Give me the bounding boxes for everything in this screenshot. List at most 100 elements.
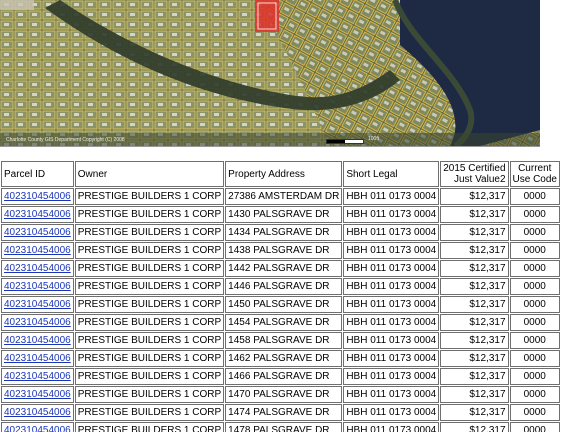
column-header-owner: Owner <box>74 161 225 187</box>
cell-property-address: 1466 PALSGRAVE DR <box>225 368 343 385</box>
parcel-map-image: Charlotte County GIS Department Copyrigh… <box>0 0 540 147</box>
cell-short-legal: HBH 011 0173 0004 <box>343 278 440 295</box>
cell-owner: PRESTIGE BUILDERS 1 CORP <box>74 332 225 349</box>
map-copyright-caption: Charlotte County GIS Department Copyrigh… <box>6 137 125 143</box>
cell-parcel-id: 402310454006 <box>1 386 74 403</box>
cell-use-code: 0000 <box>509 368 560 385</box>
table-row: 402310454006 PRESTIGE BUILDERS 1 CORP 1458… <box>1 332 560 349</box>
cell-short-legal: HBH 011 0173 0004 <box>343 224 440 241</box>
cell-property-address: 27386 AMSTERDAM DR <box>225 188 343 205</box>
cell-short-legal: HBH 011 0173 0004 <box>343 350 440 367</box>
cell-parcel-id: 402310454006 <box>1 224 74 241</box>
cell-parcel-id: 402310454006 <box>1 278 74 295</box>
table-row: 402310454006 PRESTIGE BUILDERS 1 CORP 1442… <box>1 260 560 277</box>
cell-owner: PRESTIGE BUILDERS 1 CORP <box>74 260 225 277</box>
column-header-property-address: Property Address <box>225 161 343 187</box>
cell-property-address: 1434 PALSGRAVE DR <box>225 224 343 241</box>
cell-just-value: $12,317 <box>440 206 509 223</box>
cell-owner: PRESTIGE BUILDERS 1 CORP <box>74 350 225 367</box>
column-header-short-legal: Short Legal <box>343 161 440 187</box>
cell-parcel-id: 402310454006 <box>1 206 74 223</box>
parcel-results-table: Parcel ID Owner Property Address Short Lega… <box>0 160 561 432</box>
column-header-parcel-id: Parcel ID <box>1 161 74 187</box>
table-row: 402310454006 PRESTIGE BUILDERS 1 CORP 1430… <box>1 206 560 223</box>
parcel-id-link[interactable]: 402310454006 <box>4 245 71 256</box>
table-row: 402310454006 PRESTIGE BUILDERS 1 CORP 1470… <box>1 386 560 403</box>
table-row: 402310454006 PRESTIGE BUILDERS 1 CORP 1462… <box>1 350 560 367</box>
cell-use-code: 0000 <box>509 404 560 421</box>
cell-parcel-id: 402310454006 <box>1 368 74 385</box>
cell-short-legal: HBH 011 0173 0004 <box>343 206 440 223</box>
cell-just-value: $12,317 <box>440 404 509 421</box>
cell-short-legal: HBH 011 0173 0004 <box>343 188 440 205</box>
cell-owner: PRESTIGE BUILDERS 1 CORP <box>74 242 225 259</box>
column-header-line: 2015 Certified <box>443 163 506 174</box>
cell-just-value: $12,317 <box>440 332 509 349</box>
cell-property-address: 1454 PALSGRAVE DR <box>225 314 343 331</box>
cell-just-value: $12,317 <box>440 242 509 259</box>
cell-owner: PRESTIGE BUILDERS 1 CORP <box>74 206 225 223</box>
cell-just-value: $12,317 <box>440 422 509 432</box>
cell-owner: PRESTIGE BUILDERS 1 CORP <box>74 224 225 241</box>
cell-short-legal: HBH 011 0173 0004 <box>343 314 440 331</box>
cell-parcel-id: 402310454006 <box>1 296 74 313</box>
table-row: 402310454006 PRESTIGE BUILDERS 1 CORP 1438… <box>1 242 560 259</box>
cell-use-code: 0000 <box>509 314 560 331</box>
cell-property-address: 1458 PALSGRAVE DR <box>225 332 343 349</box>
cell-property-address: 1478 PALSGRAVE DR <box>225 422 343 432</box>
table-row: 402310454006 PRESTIGE BUILDERS 1 CORP 1474… <box>1 404 560 421</box>
cell-just-value: $12,317 <box>440 224 509 241</box>
cell-just-value: $12,317 <box>440 368 509 385</box>
cell-just-value: $12,317 <box>440 188 509 205</box>
cell-short-legal: HBH 011 0173 0004 <box>343 368 440 385</box>
column-header-line: Just Value2 <box>454 174 506 185</box>
cell-owner: PRESTIGE BUILDERS 1 CORP <box>74 314 225 331</box>
parcel-id-link[interactable]: 402310454006 <box>4 191 71 202</box>
parcel-id-link[interactable]: 402310454006 <box>4 317 71 328</box>
cell-parcel-id: 402310454006 <box>1 422 74 432</box>
parcel-id-link[interactable]: 402310454006 <box>4 299 71 310</box>
table-row: 402310454006 PRESTIGE BUILDERS 1 CORP 1446… <box>1 278 560 295</box>
cell-use-code: 0000 <box>509 188 560 205</box>
cell-parcel-id: 402310454006 <box>1 260 74 277</box>
cell-use-code: 0000 <box>509 422 560 432</box>
parcel-id-link[interactable]: 402310454006 <box>4 425 71 432</box>
parcel-id-link[interactable]: 402310454006 <box>4 209 71 220</box>
cell-property-address: 1450 PALSGRAVE DR <box>225 296 343 313</box>
cell-short-legal: HBH 011 0173 0004 <box>343 404 440 421</box>
parcel-id-link[interactable]: 402310454006 <box>4 227 71 238</box>
cell-just-value: $12,317 <box>440 278 509 295</box>
cell-owner: PRESTIGE BUILDERS 1 CORP <box>74 296 225 313</box>
cell-owner: PRESTIGE BUILDERS 1 CORP <box>74 404 225 421</box>
cell-use-code: 0000 <box>509 206 560 223</box>
column-header-just-value: 2015 Certified Just Value2 <box>440 161 509 187</box>
table-row: 402310454006 PRESTIGE BUILDERS 1 CORP 1478… <box>1 422 560 432</box>
table-body: 402310454006 PRESTIGE BUILDERS 1 CORP 2738… <box>1 188 560 432</box>
table-row: 402310454006 PRESTIGE BUILDERS 1 CORP 2738… <box>1 188 560 205</box>
cell-short-legal: HBH 011 0173 0004 <box>343 386 440 403</box>
cell-short-legal: HBH 011 0173 0004 <box>343 422 440 432</box>
cell-use-code: 0000 <box>509 224 560 241</box>
parcel-id-link[interactable]: 402310454006 <box>4 263 71 274</box>
cell-parcel-id: 402310454006 <box>1 332 74 349</box>
cell-use-code: 0000 <box>509 350 560 367</box>
cell-parcel-id: 402310454006 <box>1 242 74 259</box>
parcel-id-link[interactable]: 402310454006 <box>4 407 71 418</box>
cell-use-code: 0000 <box>509 278 560 295</box>
cell-parcel-id: 402310454006 <box>1 350 74 367</box>
parcel-id-link[interactable]: 402310454006 <box>4 389 71 400</box>
parcel-id-link[interactable]: 402310454006 <box>4 353 71 364</box>
cell-use-code: 0000 <box>509 332 560 349</box>
parcel-id-link[interactable]: 402310454006 <box>4 281 71 292</box>
parcel-id-link[interactable]: 402310454006 <box>4 335 71 346</box>
parcel-id-link[interactable]: 402310454006 <box>4 371 71 382</box>
cell-short-legal: HBH 011 0173 0004 <box>343 260 440 277</box>
column-header-line: Parcel ID <box>4 168 46 180</box>
cell-property-address: 1430 PALSGRAVE DR <box>225 206 343 223</box>
cell-owner: PRESTIGE BUILDERS 1 CORP <box>74 422 225 432</box>
cell-use-code: 0000 <box>509 386 560 403</box>
cell-parcel-id: 402310454006 <box>1 404 74 421</box>
cell-just-value: $12,317 <box>440 314 509 331</box>
cell-use-code: 0000 <box>509 296 560 313</box>
table-row: 402310454006 PRESTIGE BUILDERS 1 CORP 1454… <box>1 314 560 331</box>
